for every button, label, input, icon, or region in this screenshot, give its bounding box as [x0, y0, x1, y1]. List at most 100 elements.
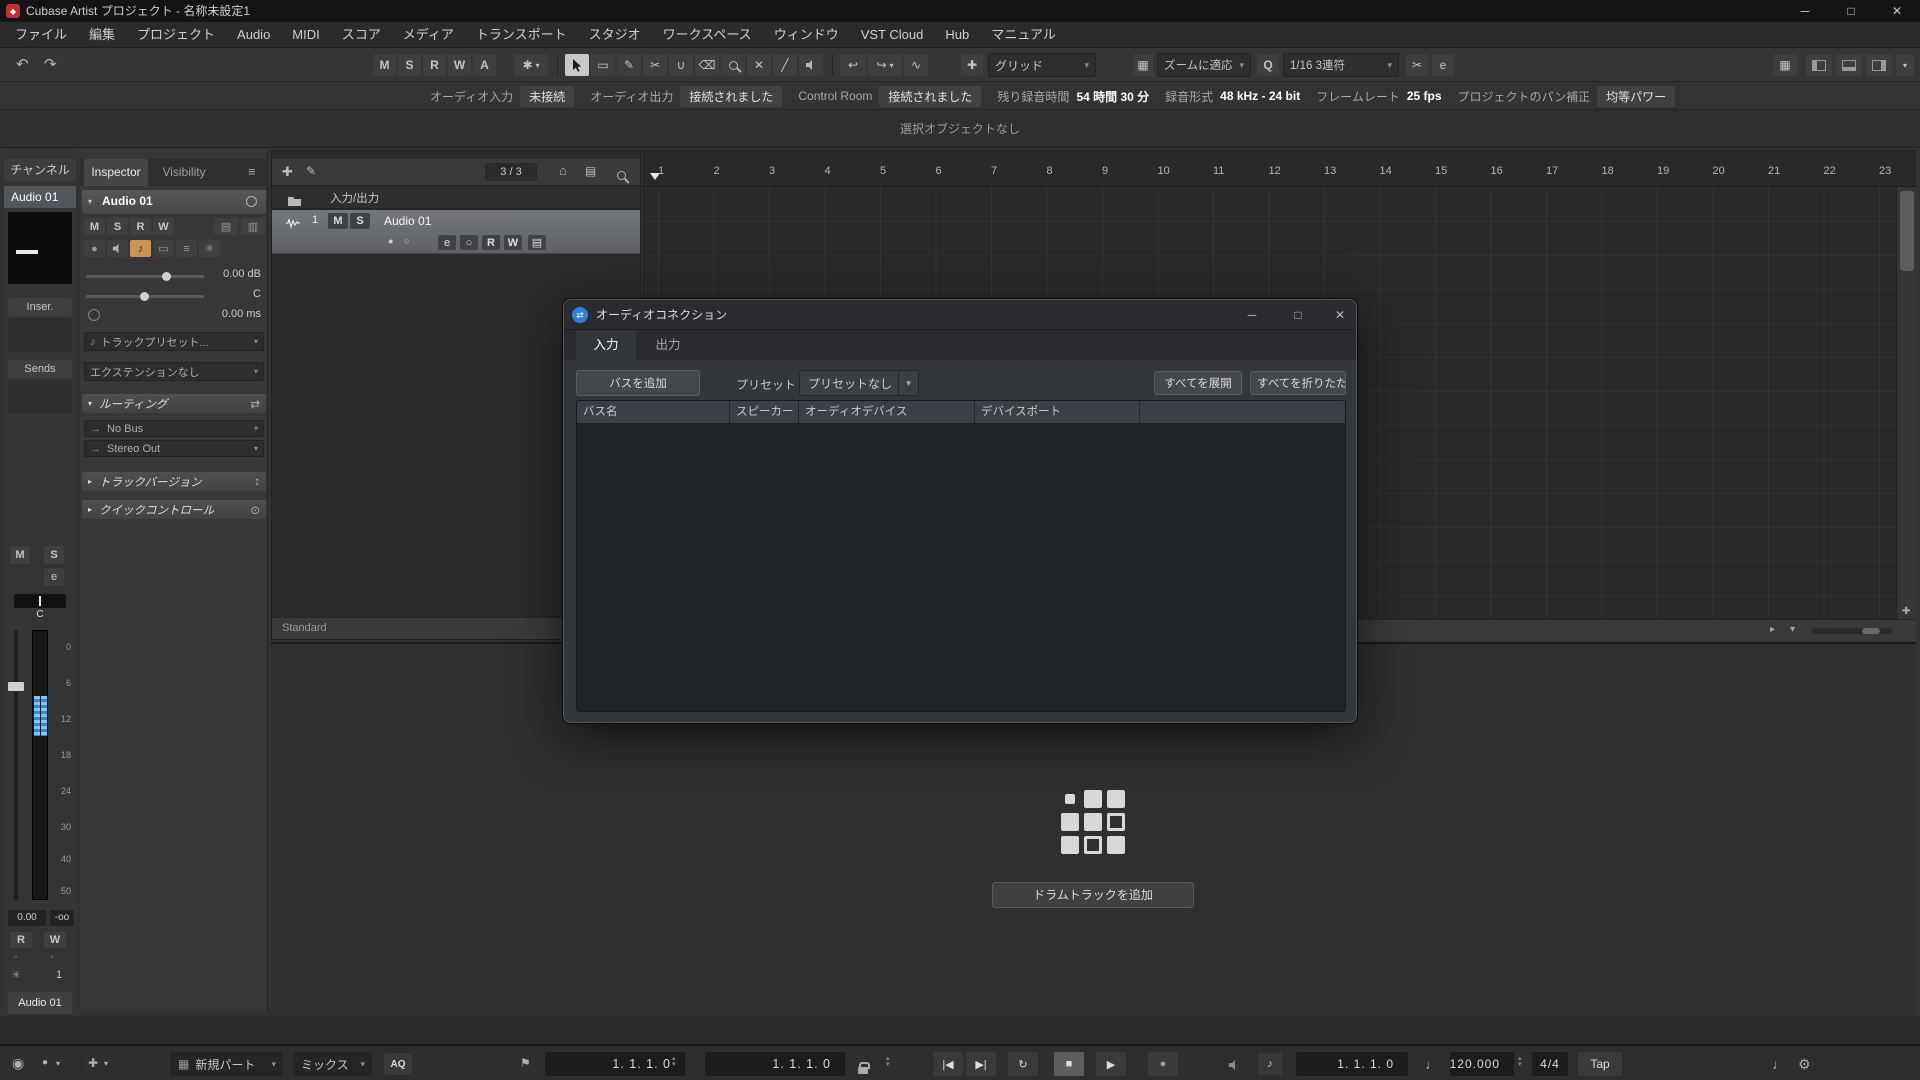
- record-enable-icon[interactable]: ●: [388, 236, 393, 246]
- tempo-display[interactable]: 120.000: [1450, 1052, 1514, 1076]
- column-header-スピーカー[interactable]: スピーカー: [730, 401, 799, 423]
- snap-type-dropdown[interactable]: グリッド▾: [988, 53, 1096, 77]
- undo-button[interactable]: ↶: [16, 55, 29, 73]
- position-display[interactable]: 1. 1. 1. 0: [1296, 1052, 1408, 1076]
- mute-tool[interactable]: ✕: [747, 54, 771, 76]
- inspector-write-button[interactable]: W: [153, 218, 174, 235]
- insert-bypass-button[interactable]: ○: [460, 235, 478, 250]
- automation-button-R[interactable]: R: [423, 54, 446, 76]
- channel-tab[interactable]: チャンネル: [4, 159, 76, 181]
- home-view-button[interactable]: ⌂: [559, 163, 567, 178]
- show-lanes-icon[interactable]: ▤: [214, 218, 238, 235]
- track-preset-dropdown[interactable]: ♪ トラックプリセット... ▾: [84, 332, 264, 351]
- menu-item[interactable]: ワークスペース: [652, 22, 763, 48]
- channel-write-button[interactable]: W: [44, 932, 66, 948]
- zoom-tool[interactable]: [721, 54, 745, 76]
- vertical-scroll-thumb[interactable]: [1900, 191, 1914, 271]
- draw-tool[interactable]: ✎: [617, 54, 641, 76]
- inspector-read-button[interactable]: R: [130, 218, 151, 235]
- quantize-dropdown[interactable]: 1/16 3連符▾: [1283, 53, 1399, 77]
- column-header-extra[interactable]: [1140, 401, 1345, 423]
- redo-button[interactable]: ↷: [44, 55, 57, 73]
- tab-inputs[interactable]: 入力: [576, 330, 636, 360]
- tab-visibility[interactable]: Visibility: [152, 159, 216, 186]
- menu-item[interactable]: トランスポート: [465, 22, 578, 48]
- info-value[interactable]: 接続されました: [680, 86, 782, 107]
- secondary-time-display[interactable]: 1. 1. 1. 0: [705, 1052, 845, 1076]
- toggle-right-zone-button[interactable]: [1866, 54, 1892, 76]
- tab-inspector[interactable]: Inspector: [84, 159, 148, 186]
- info-value[interactable]: 未接続: [520, 86, 574, 107]
- primary-time-display[interactable]: 1. 1. 1. 0: [545, 1052, 685, 1076]
- menu-item[interactable]: Hub: [934, 22, 980, 48]
- open-quantize-panel-button[interactable]: e: [1432, 54, 1454, 76]
- record-button[interactable]: ●: [1148, 1052, 1178, 1076]
- preset-dropdown[interactable]: プリセットなし ▾: [799, 370, 919, 396]
- star-icon[interactable]: ✳: [12, 970, 20, 981]
- close-button[interactable]: ✕: [1874, 0, 1920, 22]
- info-value[interactable]: 48 kHz - 24 bit: [1220, 89, 1300, 103]
- peak-value[interactable]: -oo: [50, 910, 74, 926]
- volume-slider-handle[interactable]: [162, 272, 171, 281]
- menu-item[interactable]: VST Cloud: [850, 22, 935, 48]
- apply-quantize-button[interactable]: ✂: [1406, 54, 1428, 76]
- edit-channel-icon[interactable]: [246, 196, 257, 207]
- menu-item[interactable]: マニュアル: [980, 22, 1067, 48]
- chevron-down-icon[interactable]: ▾: [56, 1059, 60, 1068]
- track-solo-button[interactable]: S: [350, 213, 370, 229]
- autoscroll-options-button[interactable]: ↪▾: [868, 54, 902, 76]
- grid-type-icon[interactable]: ▦: [1133, 54, 1153, 76]
- tempo-track-button[interactable]: ♪: [1258, 1053, 1282, 1075]
- channel-fader-thumbnail[interactable]: [8, 212, 72, 284]
- automation-button-M[interactable]: M: [373, 54, 396, 76]
- delay-knob-icon[interactable]: [88, 309, 100, 321]
- automation-button-S[interactable]: S: [398, 54, 421, 76]
- search-tracks-button[interactable]: [617, 167, 626, 185]
- zoom-slider-thumb[interactable]: [1862, 628, 1880, 634]
- record-mix-dropdown[interactable]: ミックス ▾: [294, 1052, 372, 1076]
- audio-track-row[interactable]: 1 M S Audio 01 ● ○ e ○ R W ▤: [272, 210, 640, 254]
- tab-outputs[interactable]: 出力: [638, 330, 698, 360]
- column-header-バス名[interactable]: バス名: [577, 401, 730, 423]
- erase-tool[interactable]: ⌫: [695, 54, 719, 76]
- monitor-icon[interactable]: ○: [404, 236, 409, 246]
- lane-display-button[interactable]: ≡: [176, 240, 197, 257]
- musical-timebase-button[interactable]: ♪: [130, 240, 151, 257]
- chevron-down-icon[interactable]: ▾: [104, 1059, 108, 1068]
- lock-icon[interactable]: [858, 1061, 868, 1079]
- pan-control[interactable]: [14, 594, 66, 608]
- column-header-デバイスポート[interactable]: デバイスポート: [975, 401, 1140, 423]
- toolbox-button[interactable]: ✱▾: [514, 54, 548, 76]
- zone-options-button[interactable]: ▾: [1896, 54, 1914, 76]
- insert-mode-dropdown[interactable]: ▦ 新規パート ▾: [171, 1052, 283, 1076]
- auto-quantize-button[interactable]: AQ: [384, 1053, 412, 1075]
- volume-fader-track[interactable]: [14, 630, 18, 900]
- tap-tempo-button[interactable]: Tap: [1578, 1052, 1622, 1076]
- routing-section-header[interactable]: ▾ ルーティング ⇄: [82, 394, 266, 413]
- zoom-menu-icon[interactable]: ▾: [1790, 624, 1795, 635]
- pan-slider-handle[interactable]: [140, 292, 149, 301]
- vertical-scrollbar[interactable]: ✚: [1896, 187, 1916, 619]
- output-routing-dropdown[interactable]: → Stereo Out ▾: [84, 440, 264, 457]
- monitor-speaker-icon[interactable]: [1228, 1058, 1240, 1074]
- sends-header[interactable]: Sends: [8, 360, 72, 378]
- menu-item[interactable]: スコア: [331, 22, 392, 48]
- dialog-titlebar[interactable]: ⇄ オーディオコネクション ─ □ ✕: [564, 300, 1356, 330]
- monitor-button[interactable]: [107, 240, 128, 257]
- play-tool[interactable]: [799, 54, 823, 76]
- volume-slider-track[interactable]: [86, 275, 204, 278]
- expand-all-button[interactable]: すべてを展開: [1154, 371, 1242, 395]
- add-drum-track-button[interactable]: ドラムトラックを追加: [992, 882, 1194, 908]
- channel-edit-button[interactable]: e: [44, 568, 64, 586]
- lock-track-button[interactable]: ▭: [153, 240, 174, 257]
- nudge-down-icon[interactable]: ▾: [886, 1062, 890, 1068]
- dialog-close-button[interactable]: ✕: [1328, 300, 1352, 330]
- sends-slot[interactable]: [8, 380, 72, 414]
- channel-track-name[interactable]: Audio 01: [4, 186, 76, 208]
- inserts-slot[interactable]: [8, 318, 72, 352]
- track-mute-button[interactable]: M: [328, 213, 348, 229]
- play-button[interactable]: ▶: [1096, 1052, 1126, 1076]
- io-folder-track[interactable]: 入力/出力: [272, 187, 640, 209]
- info-value[interactable]: 接続されました: [879, 86, 981, 107]
- metronome-icon[interactable]: ♩: [1772, 1056, 1786, 1072]
